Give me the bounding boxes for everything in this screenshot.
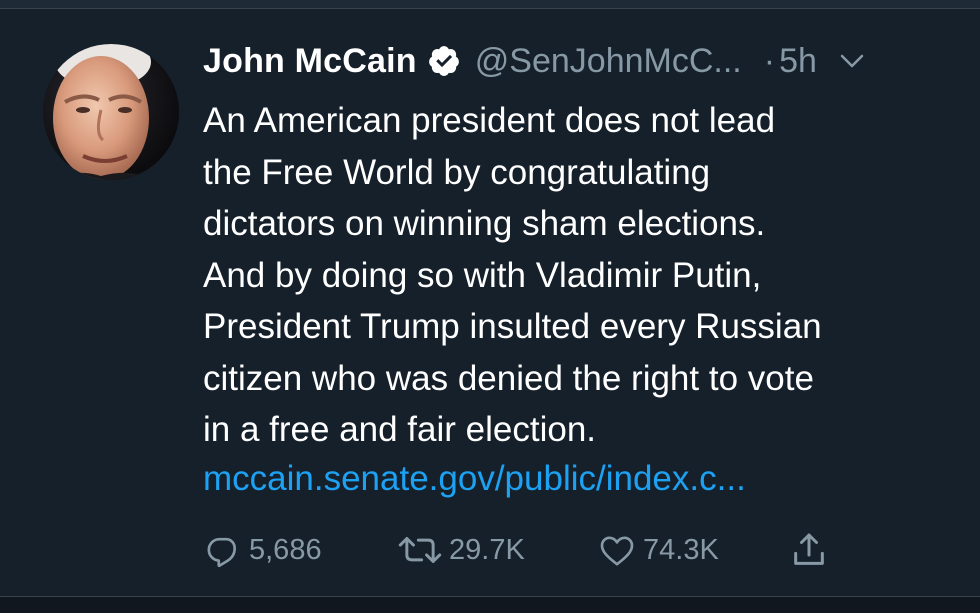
bottom-divider: [0, 596, 980, 613]
tweet-actions: 5,686 29.7K 74.3K: [203, 529, 829, 571]
verified-badge-icon: [427, 44, 461, 78]
chevron-down-icon[interactable]: [837, 46, 867, 76]
reply-icon: [203, 530, 243, 570]
like-count: 74.3K: [643, 533, 719, 566]
tweet-timestamp[interactable]: 5h: [779, 42, 817, 81]
tweet-link[interactable]: mccain.senate.gov/public/index.c...: [203, 453, 973, 505]
tweet[interactable]: John McCain @SenJohnMcC... · 5h An Ameri…: [0, 9, 980, 596]
author-handle[interactable]: @SenJohnMcC...: [475, 42, 742, 81]
tweet-text: An American president does not lead the …: [203, 101, 822, 449]
retweet-button[interactable]: 29.7K: [397, 530, 547, 570]
retweet-count: 29.7K: [449, 533, 525, 566]
reply-button[interactable]: 5,686: [203, 530, 343, 570]
author-name[interactable]: John McCain: [203, 42, 417, 81]
reply-count: 5,686: [249, 533, 322, 566]
share-button[interactable]: [789, 530, 829, 570]
avatar[interactable]: [43, 44, 179, 180]
retweet-icon: [397, 530, 443, 570]
tweet-header: John McCain @SenJohnMcC... · 5h: [203, 39, 963, 83]
share-icon: [789, 530, 829, 570]
top-divider: [0, 0, 980, 9]
separator-dot: ·: [763, 41, 776, 80]
heart-icon: [597, 530, 637, 570]
avatar-portrait-image: [43, 44, 179, 180]
like-button[interactable]: 74.3K: [597, 530, 749, 570]
